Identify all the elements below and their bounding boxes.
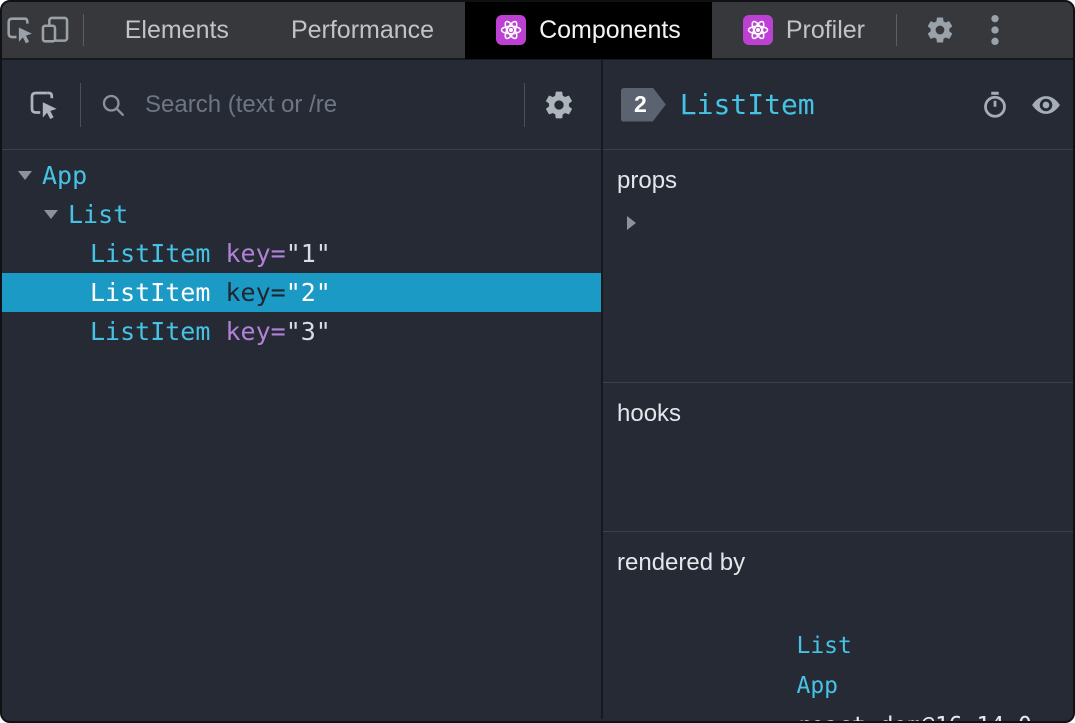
tab-elements[interactable]: Elements (94, 2, 260, 59)
search-icon (102, 94, 124, 116)
element-badge: 2 (621, 88, 666, 122)
tree-row-app[interactable]: App (2, 156, 601, 195)
rendered-by-row-list[interactable]: List (603, 586, 1073, 659)
key-attr-name: key (225, 278, 271, 307)
equals-sign: = (270, 239, 286, 268)
props-section: props item:{id: 2, isComplete: t… remove… (603, 150, 1073, 383)
component-tree: App List ListItem key = "1" ListItem key = "… (2, 150, 601, 719)
pick-component-button[interactable] (26, 87, 62, 123)
hooks-section-title: hooks (617, 400, 682, 427)
inspect-dom-button[interactable] (1030, 89, 1062, 121)
gear-icon (927, 17, 953, 43)
tree-toolbar (2, 60, 601, 150)
renderer-version: react-dom@16.14.0 (796, 713, 1031, 721)
key-attr-value: "1" (285, 239, 331, 268)
key-attr-name: key (225, 317, 271, 346)
search-input[interactable] (143, 89, 506, 120)
gear-icon (546, 91, 572, 118)
tab-label: Profiler (785, 15, 865, 44)
component-name: List (68, 200, 129, 229)
suspend-toggle-button[interactable] (980, 90, 1010, 120)
hook-row-handledelete[interactable]: Callback(handleDelete):ƒ () {} (603, 437, 1073, 475)
inspect-cursor-icon (30, 91, 57, 119)
hook-row-handletoggle[interactable]: Callback(handleToggle):ƒ () {} (603, 475, 1073, 513)
component-name: ListItem (90, 239, 211, 268)
hooks-section: hooks Callback(handleDelete):ƒ () {} Cal… (603, 383, 1073, 532)
tab-profiler[interactable]: Profiler (712, 2, 896, 59)
component-name: ListItem (90, 317, 211, 346)
tree-row-list[interactable]: List (2, 195, 601, 234)
tabbar-separator (82, 14, 84, 46)
tabbar-separator (896, 14, 897, 46)
prop-row-removeitem[interactable]: removeItem:ƒ () {} (603, 242, 1073, 280)
devtools-window: Elements Performance Components Profiler… (0, 0, 1075, 723)
react-icon (496, 15, 527, 45)
details-panel: 2 ListItem props hooks rendered by List … (603, 60, 1073, 721)
inspect-element-button[interactable] (2, 2, 37, 59)
tab-components[interactable]: Components (465, 2, 712, 59)
settings-button[interactable] (923, 2, 957, 59)
tab-label: Performance (290, 15, 435, 44)
eye-icon (1031, 95, 1060, 114)
tab-performance[interactable]: Performance (260, 2, 465, 59)
view-settings-button[interactable] (543, 89, 575, 121)
inspect-cursor-icon (7, 17, 32, 44)
rendered-by-section: rendered by List App react-dom@16.14.0 (603, 532, 1073, 721)
component-name: ListItem (90, 278, 211, 307)
more-options-button[interactable] (983, 2, 1007, 59)
tab-label: Elements (124, 15, 229, 44)
stopwatch-icon (983, 91, 1006, 118)
key-attr-value: "3" (285, 317, 331, 346)
expand-arrow-icon[interactable] (18, 171, 42, 180)
props-section-title: props (617, 167, 678, 194)
expand-arrow-icon[interactable] (627, 216, 636, 230)
owner-link[interactable]: List (796, 633, 851, 659)
tree-row-listitem-3[interactable]: ListItem key = "3" (2, 312, 601, 351)
tree-row-listitem-1[interactable]: ListItem key = "1" (2, 234, 601, 273)
tree-panel: App List ListItem key="1" ListItem key="… (2, 60, 603, 719)
component-name: App (42, 161, 88, 190)
device-toolbar-icon (41, 16, 69, 43)
key-attr-value: "2" (285, 278, 331, 307)
tab-label: Components (539, 15, 681, 44)
selected-component-title: ListItem (679, 88, 815, 121)
equals-sign: = (270, 317, 286, 346)
equals-sign: = (270, 278, 286, 307)
react-icon (742, 15, 773, 45)
device-toolbar-button[interactable] (37, 2, 72, 59)
key-attr-name: key (225, 239, 271, 268)
devtools-tabbar: Elements Performance Components Profiler (2, 2, 1073, 60)
tree-row-listitem-2-selected[interactable]: ListItem key = "2" (2, 273, 601, 312)
toolbar-separator (524, 82, 525, 127)
prop-row-item[interactable]: item:{id: 2, isComplete: t… (603, 204, 1073, 242)
prop-row-toggleitem[interactable]: toggleItem:ƒ () {} (603, 280, 1073, 318)
components-panel: App List ListItem key="1" ListItem key="… (2, 60, 1073, 721)
three-dots-menu-icon (991, 14, 999, 46)
details-header: 2 ListItem (603, 60, 1073, 150)
expand-arrow-icon[interactable] (44, 210, 68, 219)
owner-link[interactable]: App (796, 673, 838, 699)
rendered-by-title: rendered by (617, 549, 746, 576)
toolbar-separator (80, 82, 81, 127)
prop-row-new-entry[interactable]: new entry:"" (603, 318, 1073, 356)
